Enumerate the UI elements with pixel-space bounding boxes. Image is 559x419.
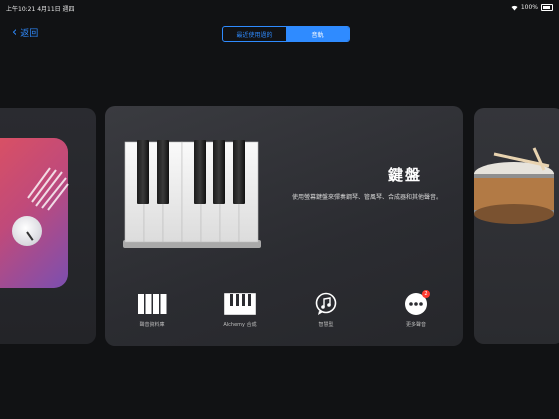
option-label: Alchemy 合成 <box>223 322 257 328</box>
snare-drum-image <box>474 147 554 224</box>
grid-keyboard-icon <box>138 294 167 314</box>
option-label: 更多聲音 <box>405 322 426 328</box>
chevron-left-icon: ‹ <box>12 25 18 40</box>
instrument-card-keyboard[interactable]: 鍵盤 使用螢幕鍵盤來彈奏鋼琴、管風琴、合成器和其他聲音。 聲音資料庫 Alche… <box>105 106 463 346</box>
tab-tracks[interactable]: 音軌 <box>286 27 349 41</box>
option-smart[interactable]: 智慧型 <box>291 292 361 328</box>
status-time-date: 上午10:21 4月11日 週四 <box>6 6 75 13</box>
option-label: 智慧型 <box>318 322 334 328</box>
back-label: 返回 <box>20 29 39 39</box>
instrument-options: 聲音資料庫 Alchemy 合成 智慧型 2 更多聲音 <box>105 290 463 342</box>
option-sound-library[interactable]: 聲音資料庫 <box>117 292 187 328</box>
tab-recent[interactable]: 最近使用過的 <box>223 27 286 41</box>
battery-icon <box>541 4 553 11</box>
option-more-sounds[interactable]: 2 更多聲音 <box>381 290 451 328</box>
notification-badge: 2 <box>422 290 430 298</box>
piano-keyboard-image <box>123 140 261 248</box>
knob-icon <box>12 216 42 246</box>
back-button[interactable]: ‹ 返回 <box>12 26 38 39</box>
option-label: 聲音資料庫 <box>139 322 165 328</box>
piano-keys-icon <box>224 293 256 315</box>
music-note-bubble-icon <box>315 292 337 315</box>
instrument-title: 鍵盤 <box>387 166 422 184</box>
status-bar: 上午10:21 4月11日 週四 100% <box>0 0 559 14</box>
synth-device-image <box>0 138 69 288</box>
instrument-card-previous[interactable] <box>0 108 96 344</box>
option-alchemy-synth[interactable]: Alchemy 合成 <box>205 292 275 328</box>
waveform-graphic <box>27 167 69 211</box>
battery-percent: 100% <box>520 4 538 11</box>
status-right: 100% <box>511 4 553 11</box>
instrument-description: 使用螢幕鍵盤來彈奏鋼琴、管風琴、合成器和其他聲音。 <box>291 194 442 201</box>
segmented-control: 最近使用過的 音軌 <box>222 26 350 42</box>
wifi-icon <box>511 5 518 10</box>
instrument-card-next[interactable] <box>474 108 559 344</box>
